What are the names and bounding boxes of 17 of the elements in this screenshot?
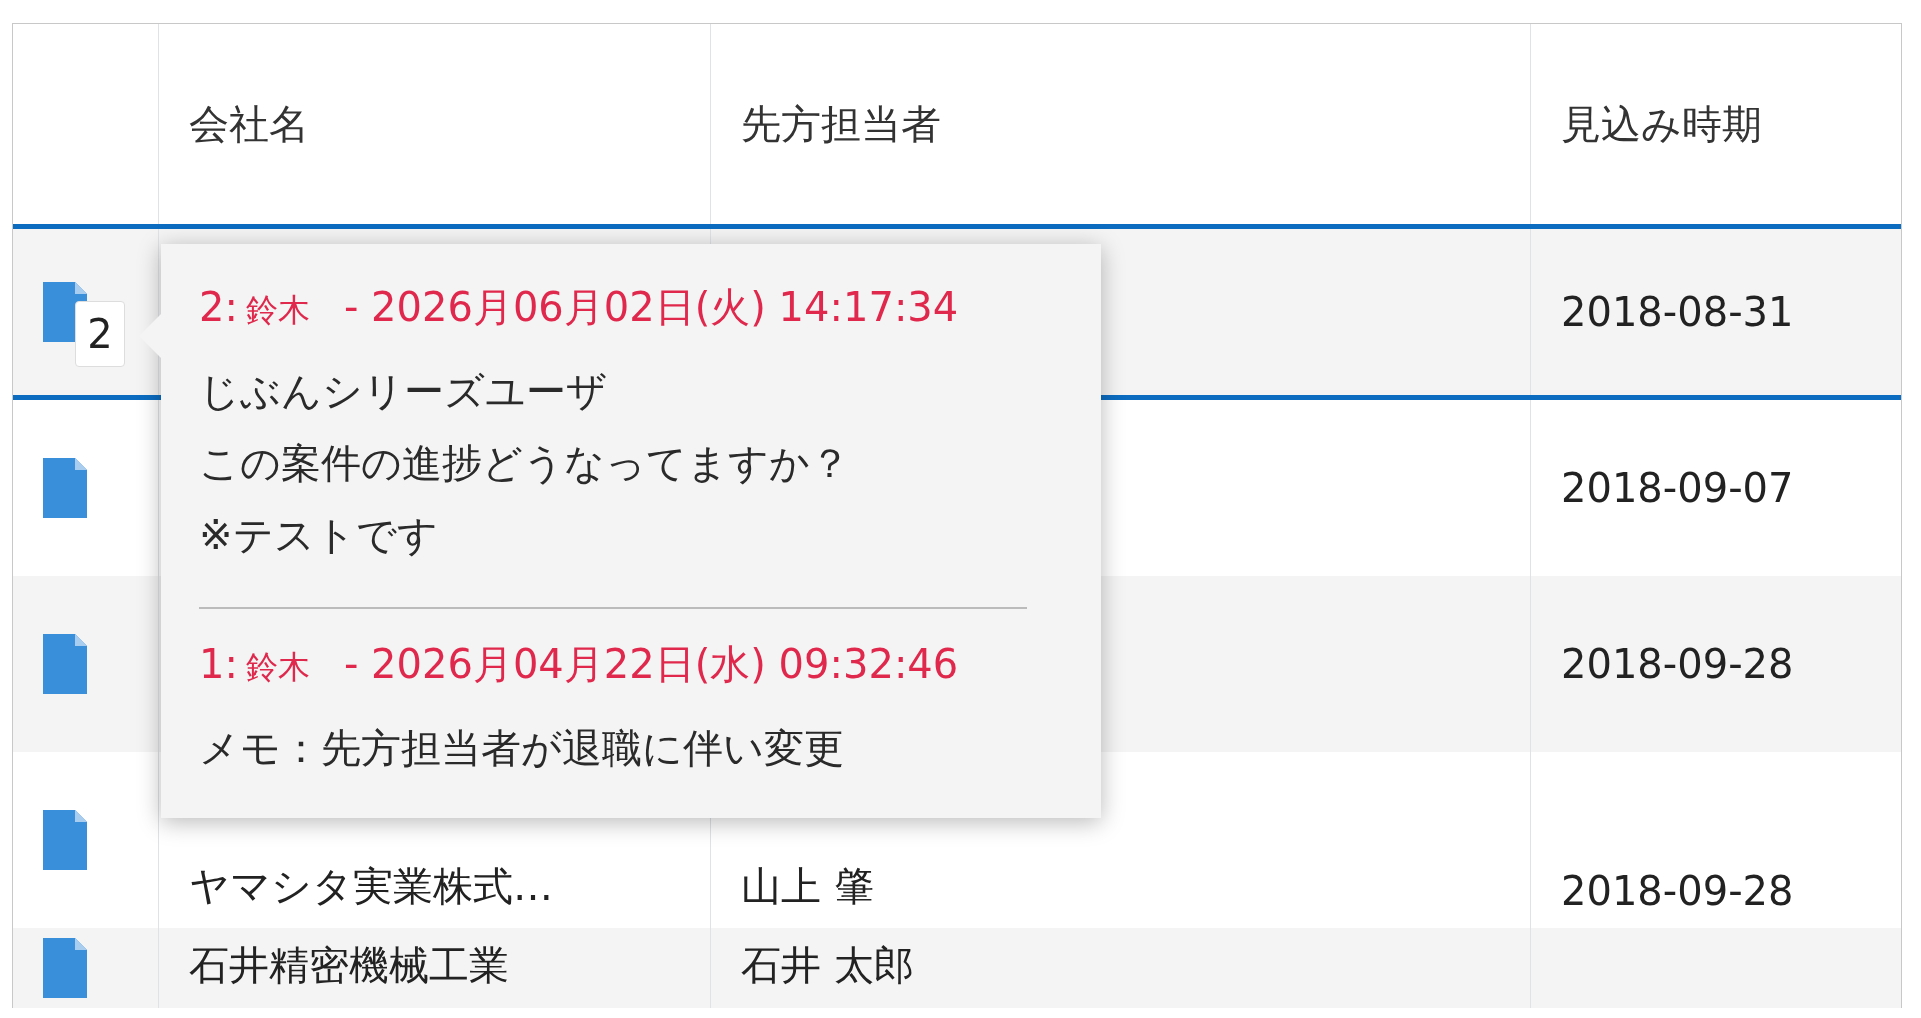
contact-name: 山上 肇 <box>741 862 874 911</box>
company-name: ヤマシタ実業株式… <box>189 862 553 911</box>
contact-name: 石井 太郎 <box>741 941 914 990</box>
comment-number: 2: <box>199 284 238 330</box>
comment-timestamp: - 2026月06月02日(火) 14:17:34 <box>343 283 959 332</box>
expected-date: 2018-08-31 <box>1561 289 1794 335</box>
comment-author: 鈴木 <box>245 290 310 331</box>
comment-text: この案件の進捗どうなってますか？ <box>199 439 851 488</box>
comment-number: 1: <box>199 641 238 687</box>
expected-date: 2018-09-28 <box>1561 868 1794 914</box>
expected-date: 2018-09-28 <box>1561 641 1794 687</box>
company-name: 石井精密機械工業 <box>189 941 509 990</box>
comment-author: 鈴木 <box>245 647 310 688</box>
comment-timestamp: - 2026月04月22日(水) 09:32:46 <box>343 640 959 689</box>
expected-date: 2018-09-07 <box>1561 465 1794 511</box>
comment-text: じぶんシリーズユーザ <box>199 367 608 416</box>
comment-text: ※テストです <box>199 511 439 560</box>
